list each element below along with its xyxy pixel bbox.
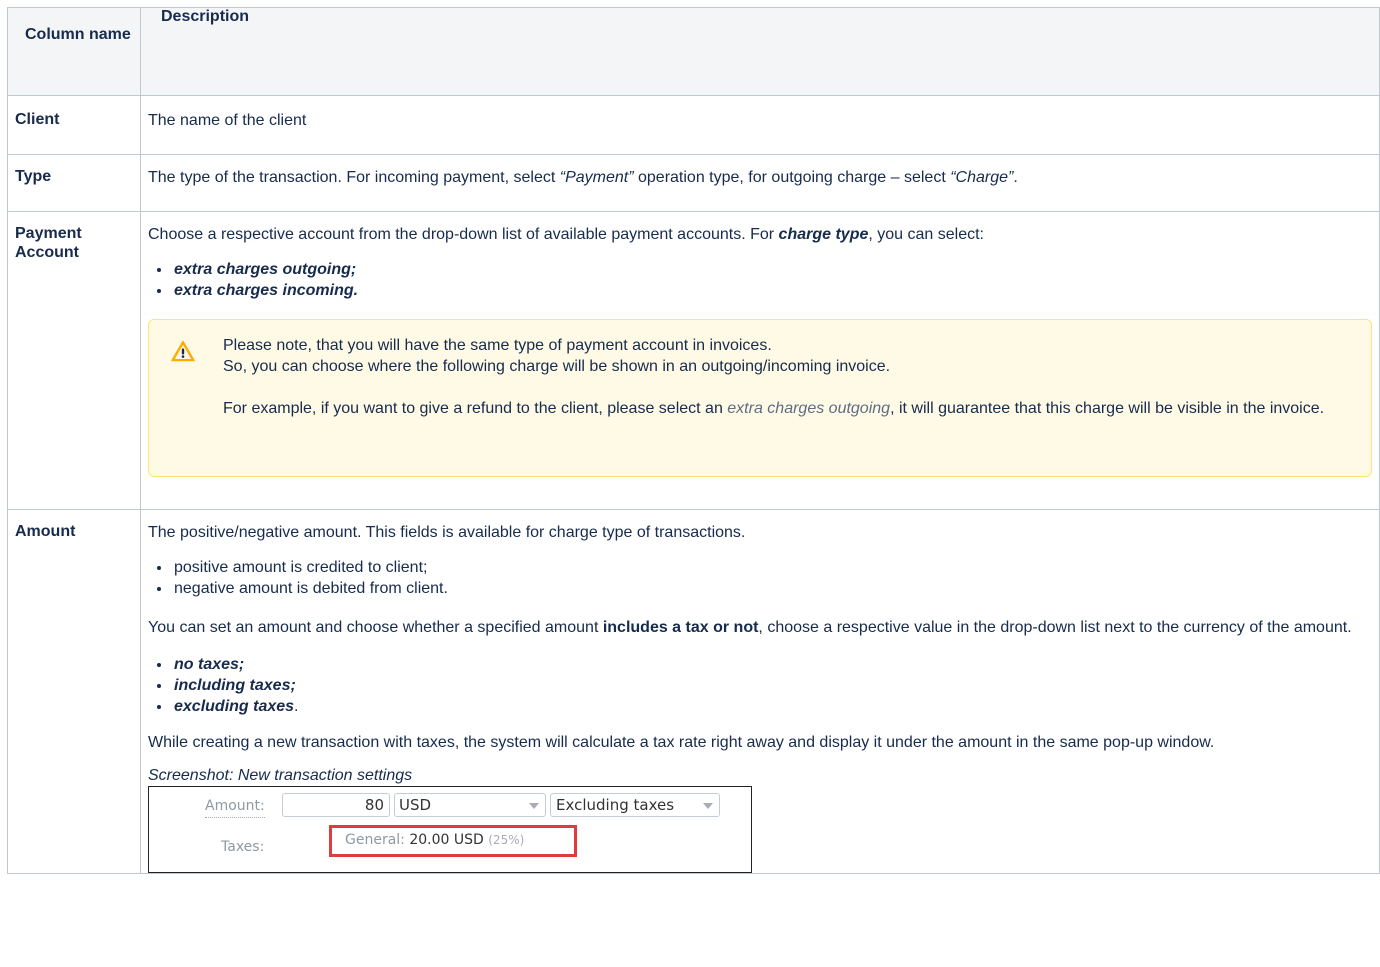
list-item: extra charges incoming.: [172, 280, 1372, 301]
table-row: Type The type of the transaction. For in…: [7, 154, 1380, 212]
amount-desc: The positive/negative amount. This field…: [148, 524, 746, 541]
currency-value: USD: [399, 796, 432, 814]
charge-quote: “Charge”: [950, 169, 1014, 186]
row-name-client: Client: [7, 95, 141, 155]
general-tax-highlight: General: 20.00 USD (25%): [329, 825, 577, 857]
payment-quote: “Payment”: [559, 169, 634, 186]
tax-rate-paragraph: While creating a new transaction with ta…: [148, 734, 1215, 751]
payment-desc: Choose a respective account from the dro…: [148, 224, 1372, 245]
list-item: excluding taxes.: [172, 696, 1372, 717]
column-description-table: Column name Description Client The name …: [7, 7, 1380, 874]
general-percent: (25%): [488, 833, 525, 847]
transaction-settings-screenshot: Amount: 80 USD Excluding taxes Taxes: Ge…: [148, 786, 752, 873]
row-name-amount: Amount: [7, 509, 141, 874]
chevron-down-icon: [703, 803, 713, 809]
list-item: negative amount is debited from client.: [172, 578, 1372, 599]
table-row: Client The name of the client: [7, 95, 1380, 155]
currency-select: USD: [394, 793, 546, 817]
table-header-row: Column name Description: [7, 7, 1380, 96]
taxes-label: Taxes:: [221, 839, 265, 855]
note-line: So, you can choose where the following c…: [223, 358, 891, 375]
note-example: For example, if you want to give a refun…: [223, 398, 1351, 419]
tax-mode-select: Excluding taxes: [550, 793, 720, 817]
payment-desc-text: Choose a respective account from the dro…: [148, 226, 779, 243]
amount-sign-list: positive amount is credited to client; n…: [148, 557, 1372, 599]
payment-desc-text: , you can select:: [868, 226, 984, 243]
tax-options-list: no taxes; including taxes; excluding tax…: [148, 654, 1372, 717]
header-column-name: Column name: [7, 7, 141, 96]
screenshot-caption: Screenshot: New transaction settings: [148, 767, 413, 784]
list-item: including taxes;: [172, 675, 1372, 696]
table-row: Amount The positive/negative amount. Thi…: [7, 509, 1380, 874]
list-item: extra charges outgoing;: [172, 259, 1372, 280]
amount-input: 80: [282, 793, 390, 817]
row-desc-payment-account: Choose a respective account from the dro…: [140, 211, 1380, 510]
note-text: For example, if you want to give a refun…: [223, 400, 728, 417]
chevron-down-icon: [529, 803, 539, 809]
list-suffix: .: [294, 698, 299, 715]
row-desc-client: The name of the client: [140, 95, 1380, 155]
row-desc-amount: The positive/negative amount. This field…: [140, 509, 1380, 874]
table-row: Payment Account Choose a respective acco…: [7, 211, 1380, 510]
row-desc-type: The type of the transaction. For incomin…: [140, 154, 1380, 212]
charge-type-term: charge type: [778, 226, 869, 243]
row-name-payment-account: Payment Account: [7, 211, 141, 510]
type-desc-text: The type of the transaction. For incomin…: [148, 169, 560, 186]
warning-icon: [171, 340, 195, 362]
list-item: no taxes;: [172, 654, 1372, 675]
general-label: General:: [345, 832, 410, 848]
list-item: positive amount is credited to client;: [172, 557, 1372, 578]
type-desc-text: .: [1013, 169, 1018, 186]
row-name-type: Type: [7, 154, 141, 212]
tax-paragraph: You can set an amount and choose whether…: [148, 617, 1372, 638]
para-text: , choose a respective value in the drop-…: [758, 619, 1352, 636]
includes-tax-term: includes a tax or not: [602, 619, 759, 636]
payment-account-list: extra charges outgoing; extra charges in…: [148, 259, 1372, 301]
note-spacer: [223, 377, 1351, 398]
general-value: 20.00 USD: [409, 832, 484, 848]
note-text: , it will guarantee that this charge wil…: [890, 400, 1325, 417]
para-text: You can set an amount and choose whether…: [148, 619, 603, 636]
note-line: Please note, that you will have the same…: [223, 337, 772, 354]
tax-mode-value: Excluding taxes: [556, 796, 675, 814]
header-description: Description: [140, 7, 1380, 96]
tax-option-text: excluding taxes: [174, 698, 295, 715]
amount-label: Amount:: [205, 796, 265, 818]
extra-charges-outgoing-term: extra charges outgoing: [727, 400, 891, 417]
warning-note-panel: Please note, that you will have the same…: [148, 319, 1372, 477]
type-desc-text: operation type, for outgoing charge – se…: [633, 169, 951, 186]
